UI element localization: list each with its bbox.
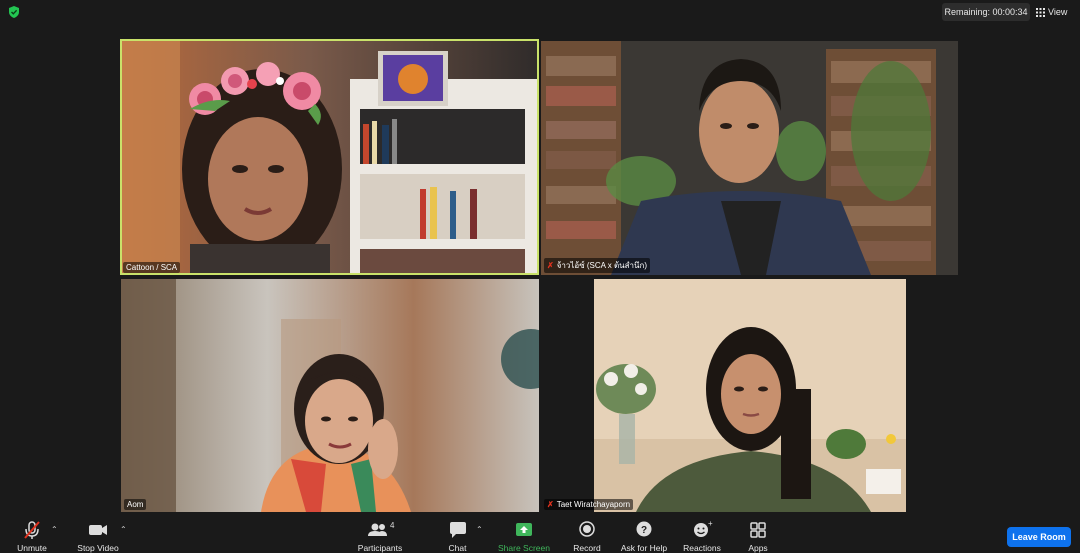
participants-icon: 4	[368, 521, 395, 536]
remaining-timer: Remaining: 00:00:34	[942, 3, 1030, 21]
security-shield-icon[interactable]	[7, 5, 21, 19]
ask-for-help-button[interactable]: ? Ask for Help	[618, 514, 670, 553]
muted-microphone-icon	[24, 521, 40, 539]
video-feed-cattoon	[120, 39, 539, 275]
participant-name: Aom	[124, 499, 147, 510]
video-options-caret-icon[interactable]: ⌃	[120, 525, 127, 534]
apps-button[interactable]: Apps	[741, 514, 775, 553]
participants-count: 4	[390, 521, 395, 530]
muted-mic-icon: ✗	[547, 500, 554, 509]
svg-text:?: ?	[641, 525, 647, 536]
help-question-icon: ?	[636, 521, 652, 537]
share-screen-button[interactable]: Share Screen	[496, 514, 552, 553]
view-label: View	[1048, 7, 1068, 17]
video-feed-taet	[541, 279, 958, 512]
stop-video-button[interactable]: Stop Video	[75, 514, 121, 553]
participant-name: Cattoon / SCA	[123, 262, 181, 273]
video-feed-participant-2	[541, 41, 958, 275]
record-button[interactable]: Record	[567, 514, 607, 553]
chat-button[interactable]: Chat	[440, 514, 475, 553]
chat-bubble-icon	[449, 522, 466, 538]
participant-name: ✗ Taet Wiratchayaporn	[544, 499, 634, 510]
muted-mic-icon: ✗	[547, 261, 554, 270]
record-icon	[579, 521, 595, 537]
video-tile-cattoon[interactable]: Cattoon / SCA	[120, 39, 539, 275]
chat-options-caret-icon[interactable]: ⌃	[476, 525, 483, 534]
leave-room-button[interactable]: Leave Room	[1007, 527, 1071, 547]
grid-view-icon	[1036, 8, 1045, 18]
reactions-button[interactable]: + Reactions	[680, 514, 724, 553]
video-tile-participant-2[interactable]: ✗ จ้าวไอ้ซ์ (SCA x ต้นสำนึก)	[541, 41, 958, 275]
participant-name-text: Taet Wiratchayaporn	[556, 500, 631, 509]
video-feed-aom	[121, 279, 539, 512]
view-button[interactable]: View	[1036, 3, 1067, 21]
top-bar: Remaining: 00:00:34 View	[0, 0, 1080, 26]
unmute-button[interactable]: Unmute	[12, 514, 52, 553]
video-camera-icon	[89, 525, 107, 535]
reactions-smiley-icon: +	[694, 519, 713, 537]
apps-icon	[750, 522, 766, 538]
share-screen-icon	[516, 523, 532, 536]
meeting-toolbar: Unmute ⌃ Stop Video ⌃ 4 Participants Cha…	[0, 514, 1080, 553]
video-tile-taet[interactable]: ✗ Taet Wiratchayaporn	[541, 279, 958, 512]
participants-button[interactable]: 4 Participants	[355, 514, 405, 553]
participant-name-text: จ้าวไอ้ซ์ (SCA x ต้นสำนึก)	[556, 261, 647, 270]
audio-options-caret-icon[interactable]: ⌃	[51, 525, 58, 534]
participant-name-text: Aom	[127, 500, 144, 509]
participant-name: ✗ จ้าวไอ้ซ์ (SCA x ต้นสำนึก)	[544, 258, 650, 273]
svg-text:+: +	[708, 519, 713, 528]
video-tile-aom[interactable]: Aom	[121, 279, 539, 512]
participant-name-text: Cattoon / SCA	[126, 263, 178, 272]
